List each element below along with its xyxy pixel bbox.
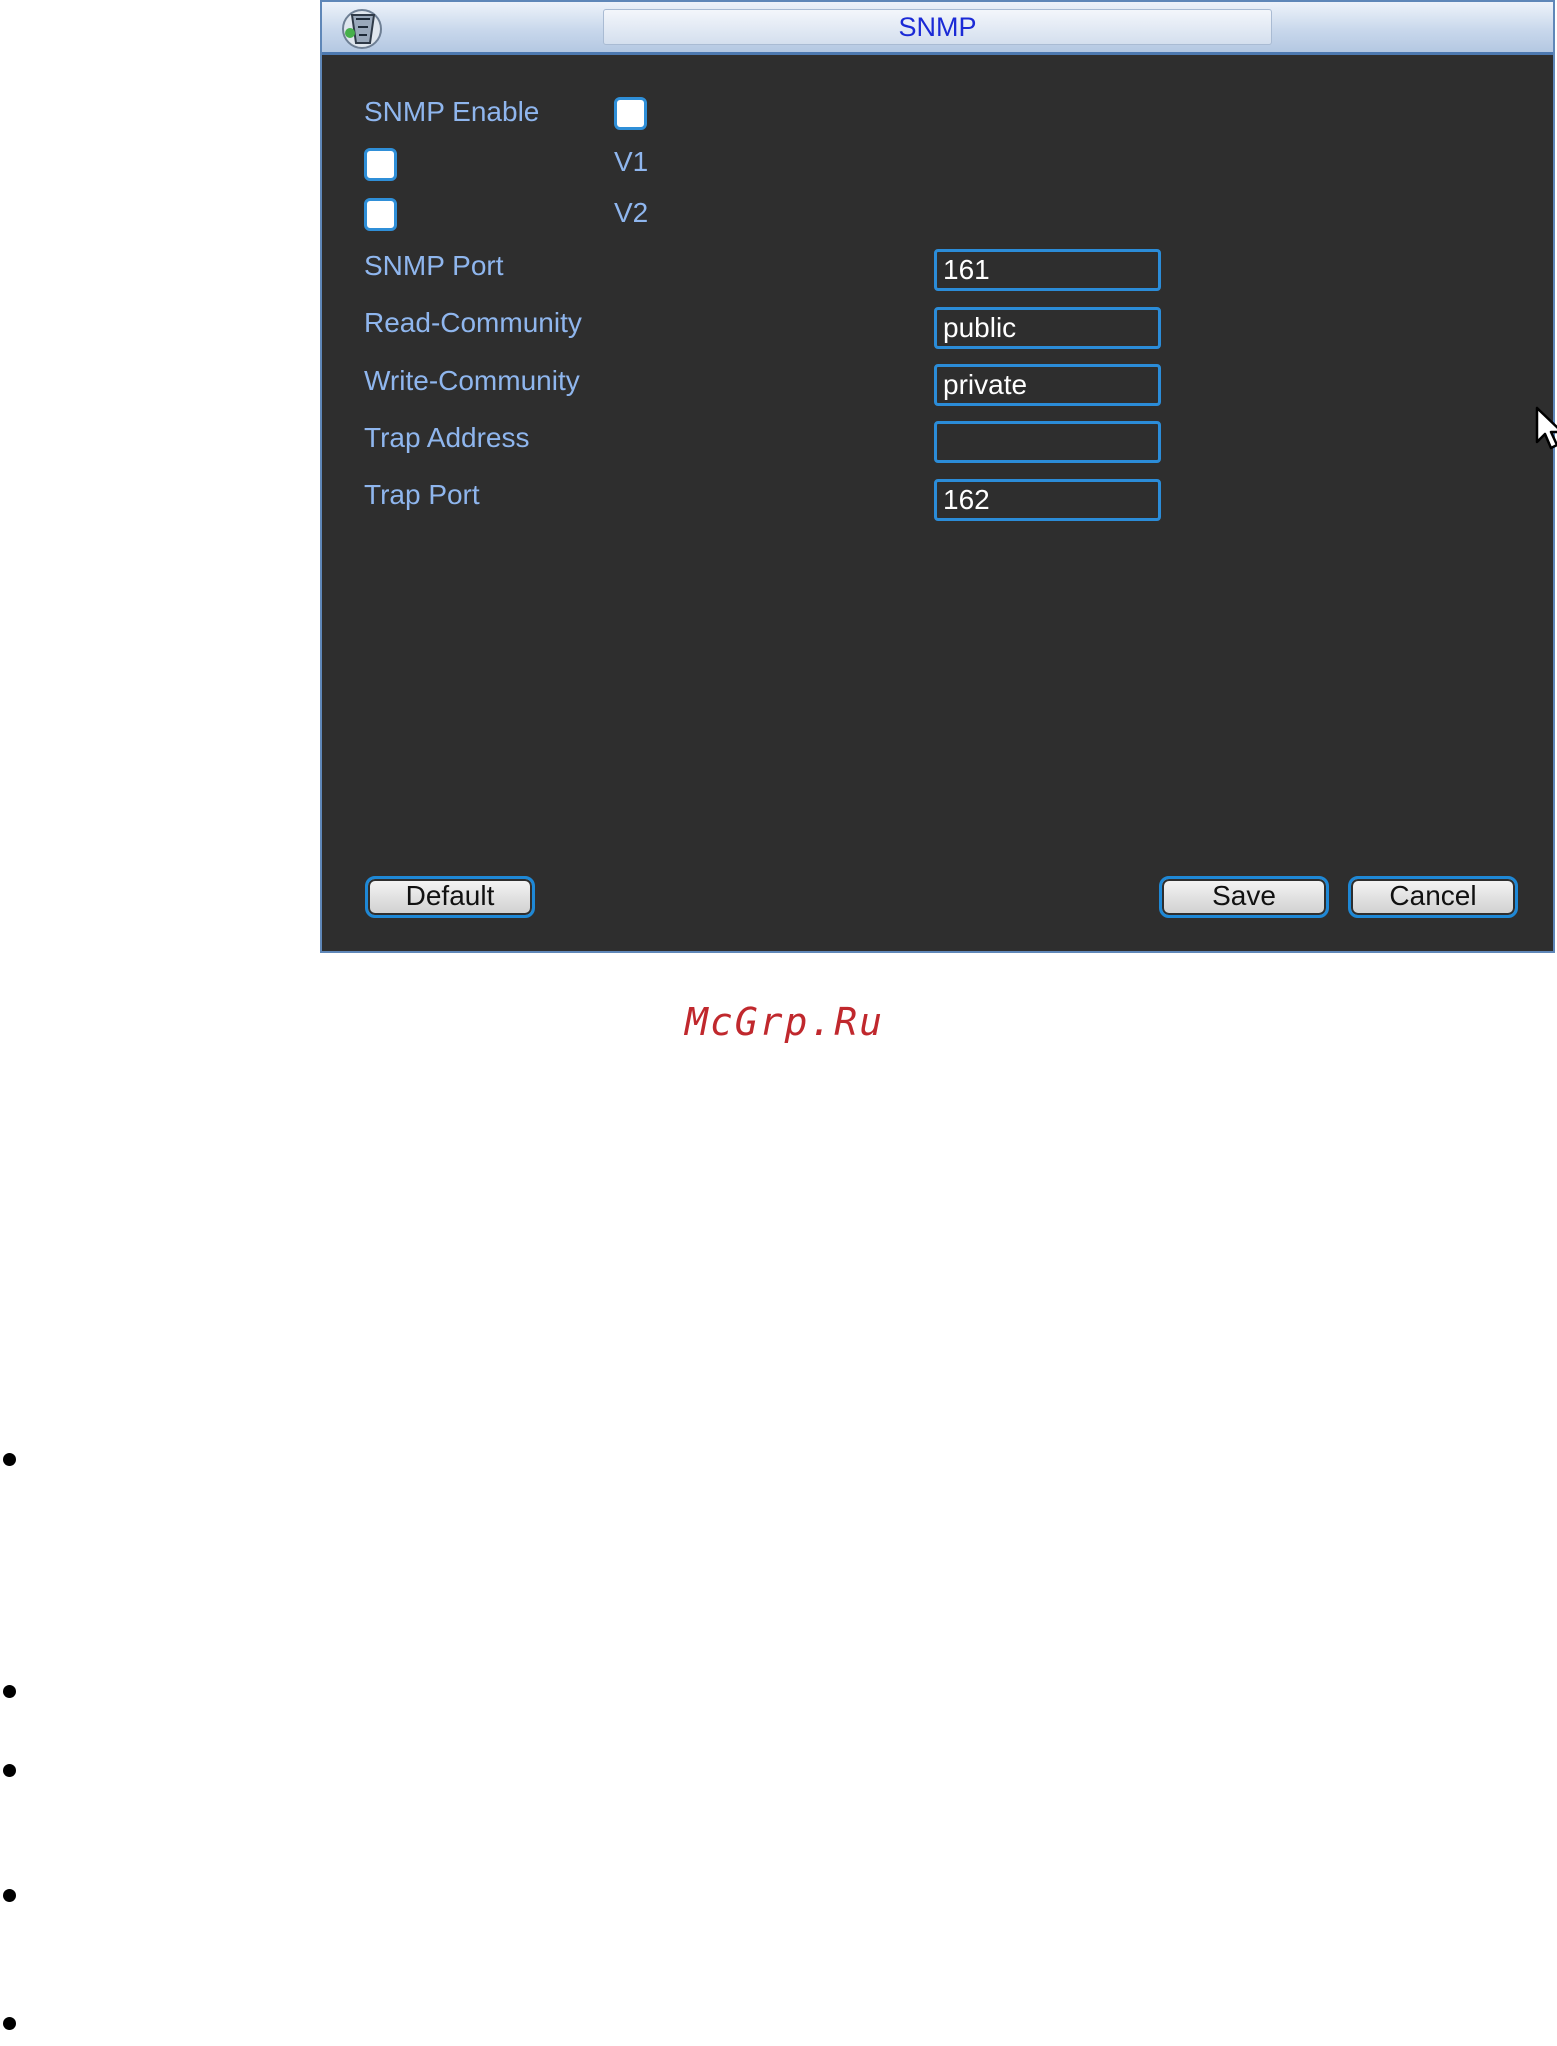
mouse-pointer-icon <box>1535 406 1557 452</box>
write-community-label: Write-Community <box>364 365 580 396</box>
trap-address-field[interactable] <box>934 421 1161 463</box>
write-community-field[interactable] <box>934 364 1161 406</box>
trap-port-label: Trap Port <box>364 479 480 510</box>
cancel-button[interactable]: Cancel <box>1348 876 1518 918</box>
bullet-marker <box>3 2017 16 2030</box>
read-community-label: Read-Community <box>364 307 582 338</box>
bullet-marker <box>3 1453 16 1466</box>
app-logo-icon <box>340 5 388 51</box>
trap-address-label: Trap Address <box>364 422 530 453</box>
bullet-marker <box>3 1685 16 1698</box>
watermark-text: McGrp.Ru <box>685 1000 885 1044</box>
dialog-title: SNMP <box>603 9 1272 45</box>
v1-label: V1 <box>614 146 649 177</box>
snmp-enable-label: SNMP Enable <box>364 96 540 127</box>
snmp-port-field[interactable] <box>934 249 1161 291</box>
save-button[interactable]: Save <box>1159 876 1329 918</box>
read-community-field[interactable] <box>934 307 1161 349</box>
v1-checkbox[interactable] <box>364 148 397 181</box>
title-bar: SNMP <box>322 2 1553 55</box>
snmp-enable-checkbox[interactable] <box>614 97 647 130</box>
bullet-marker <box>3 1764 16 1777</box>
bullet-marker <box>3 1889 16 1902</box>
snmp-dialog: SNMP SNMP Enable V1 V2 SNMP Port Read-Co… <box>320 0 1557 953</box>
v2-checkbox[interactable] <box>364 198 397 231</box>
trap-port-field[interactable] <box>934 479 1161 521</box>
default-button[interactable]: Default <box>365 876 535 918</box>
snmp-port-label: SNMP Port <box>364 250 504 281</box>
v2-label: V2 <box>614 197 649 228</box>
